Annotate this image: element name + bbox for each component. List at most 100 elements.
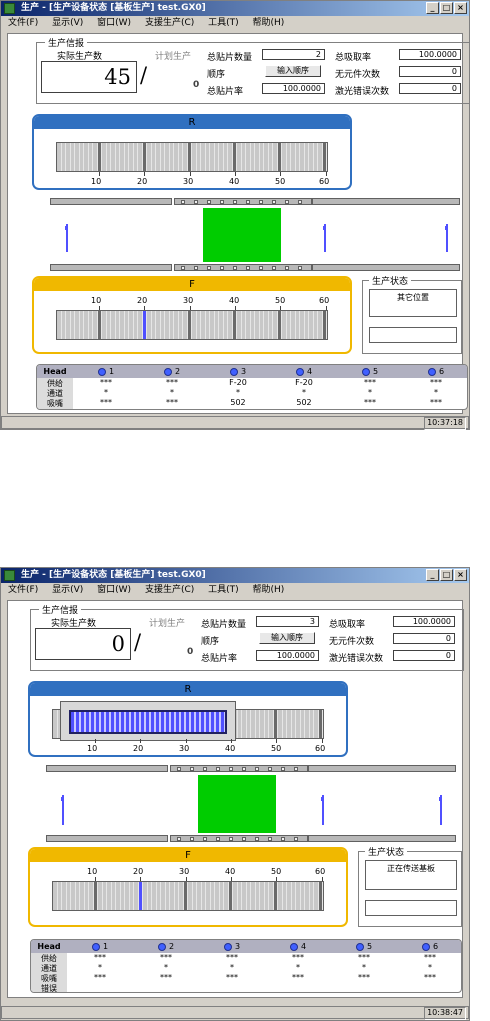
minimize-button[interactable]: _ bbox=[426, 569, 439, 581]
pcb-board bbox=[198, 775, 276, 833]
plan-production-label: 计划生产 bbox=[155, 52, 192, 62]
rail-segment bbox=[298, 200, 302, 204]
head-4-header[interactable]: 4 bbox=[265, 942, 331, 951]
head-6-header[interactable]: 6 bbox=[397, 942, 461, 951]
laser-error-label: 激光错误次数 bbox=[329, 654, 384, 664]
menu-view[interactable]: 显示(V) bbox=[52, 18, 83, 28]
row-label: 吸嘴 bbox=[31, 973, 67, 983]
rail-segment bbox=[268, 837, 272, 841]
head-status-icon bbox=[91, 942, 100, 951]
rail-segment bbox=[255, 837, 259, 841]
table-cell: *** bbox=[292, 953, 304, 962]
table-cell: F-20 bbox=[229, 378, 247, 387]
input-order-button[interactable]: 输入顺序 bbox=[265, 65, 321, 77]
head-1-header[interactable]: 1 bbox=[73, 367, 139, 376]
table-cell: *** bbox=[424, 953, 436, 962]
menu-help[interactable]: 帮助(H) bbox=[253, 18, 285, 28]
close-button[interactable]: × bbox=[454, 569, 467, 581]
head-status-icon bbox=[229, 367, 238, 376]
f-tick-60: 60 bbox=[315, 867, 326, 876]
minimize-button[interactable]: _ bbox=[426, 2, 439, 14]
table-cell: * bbox=[164, 963, 168, 972]
rail-segment bbox=[298, 266, 302, 270]
status-group-label: 生产状态 bbox=[369, 274, 412, 287]
table-cell: * bbox=[104, 388, 108, 397]
menu-support[interactable]: 支援生产(C) bbox=[145, 18, 194, 28]
total-rate-field: 100.0000 bbox=[262, 83, 325, 94]
slot bbox=[322, 143, 327, 171]
maximize-button[interactable]: □ bbox=[440, 2, 453, 14]
r-tick-60: 60 bbox=[315, 744, 326, 753]
top-rail-center bbox=[174, 198, 312, 205]
title-bar[interactable]: 生产 - [生产设备状态 [基板生产] test.GX0] _ □ × bbox=[1, 568, 469, 583]
head-5-header[interactable]: 5 bbox=[331, 942, 397, 951]
menu-view[interactable]: 显示(V) bbox=[52, 585, 83, 595]
close-button[interactable]: × bbox=[454, 2, 467, 14]
rail-segment bbox=[255, 767, 259, 771]
r-tick-10: 10 bbox=[91, 177, 102, 186]
rail-segment bbox=[203, 767, 207, 771]
menu-tools[interactable]: 工具(T) bbox=[208, 585, 239, 595]
menu-file[interactable]: 文件(F) bbox=[8, 18, 38, 28]
laser-error-label: 激光错误次数 bbox=[335, 87, 390, 97]
menu-support[interactable]: 支援生产(C) bbox=[145, 585, 194, 595]
left-sensor-flag bbox=[61, 795, 64, 825]
top-rail-center bbox=[170, 765, 308, 772]
tick-mark bbox=[99, 172, 101, 176]
window-1: 生产 - [生产设备状态 [基板生产] test.GX0] _ □ × 文件(F… bbox=[0, 0, 470, 430]
table-cell: *** bbox=[94, 953, 106, 962]
total-rate-label: 总贴片率 bbox=[201, 654, 238, 664]
tick-mark bbox=[185, 739, 187, 743]
tick-mark bbox=[321, 739, 323, 743]
top-rail-left bbox=[50, 198, 172, 205]
row-label: 供给 bbox=[31, 953, 67, 963]
rail-segment bbox=[281, 837, 285, 841]
head-number: 3 bbox=[240, 367, 247, 376]
no-part-field: 0 bbox=[393, 633, 455, 644]
production-client-area: 生产信报 实际生产数 45 / 计划生产 0 总贴片数量 2 顺序 输入顺序 总… bbox=[7, 33, 470, 414]
menu-tools[interactable]: 工具(T) bbox=[208, 18, 239, 28]
head-status-icon bbox=[421, 942, 430, 951]
input-order-button[interactable]: 输入顺序 bbox=[259, 632, 315, 644]
head-number: 1 bbox=[102, 942, 109, 951]
r-label: R bbox=[188, 117, 196, 128]
table-cell: *** bbox=[424, 973, 436, 982]
head-6-header[interactable]: 6 bbox=[403, 367, 467, 376]
r-tick-40: 40 bbox=[225, 744, 236, 753]
menu-window[interactable]: 窗口(W) bbox=[97, 18, 131, 28]
menu-help[interactable]: 帮助(H) bbox=[253, 585, 285, 595]
f-label: F bbox=[189, 279, 195, 290]
menu-bar: 文件(F) 显示(V) 窗口(W) 支援生产(C) 工具(T) 帮助(H) bbox=[1, 583, 469, 598]
rail-segment bbox=[272, 266, 276, 270]
maximize-button[interactable]: □ bbox=[440, 569, 453, 581]
no-part-label: 无元件次数 bbox=[329, 637, 375, 647]
production-client-area: 生产信报 实际生产数 0 / 计划生产 0 总贴片数量 3 顺序 输入顺序 总贴… bbox=[7, 600, 464, 998]
table-cell: *** bbox=[358, 953, 370, 962]
rail-segment bbox=[220, 200, 224, 204]
group-label: 生产信报 bbox=[39, 603, 82, 616]
table-cell: *** bbox=[226, 973, 238, 982]
top-rail-left bbox=[46, 765, 168, 772]
app-icon bbox=[4, 570, 15, 581]
head-number: 4 bbox=[300, 942, 307, 951]
head-status-icon bbox=[295, 367, 304, 376]
head-3-header[interactable]: 3 bbox=[205, 367, 271, 376]
head-2-header[interactable]: 2 bbox=[139, 367, 205, 376]
head-3-header[interactable]: 3 bbox=[199, 942, 265, 951]
table-cell: * bbox=[362, 963, 366, 972]
head-2-header[interactable]: 2 bbox=[133, 942, 199, 951]
menu-file[interactable]: 文件(F) bbox=[8, 585, 38, 595]
head-5-header[interactable]: 5 bbox=[337, 367, 403, 376]
table-cell: *** bbox=[166, 398, 178, 407]
menu-window[interactable]: 窗口(W) bbox=[97, 585, 131, 595]
head-1-header[interactable]: 1 bbox=[67, 942, 133, 951]
head-4-header[interactable]: 4 bbox=[271, 367, 337, 376]
f-tick-20: 20 bbox=[133, 867, 144, 876]
title-bar[interactable]: 生产 - [生产设备状态 [基板生产] test.GX0] _ □ × bbox=[1, 1, 469, 16]
rail-segment bbox=[216, 837, 220, 841]
f-tick-40: 40 bbox=[225, 867, 236, 876]
plan-production-value: 0 bbox=[187, 647, 194, 657]
head-column-label: Head bbox=[43, 367, 67, 376]
rail-segment bbox=[177, 767, 181, 771]
pcb-board bbox=[203, 208, 281, 262]
